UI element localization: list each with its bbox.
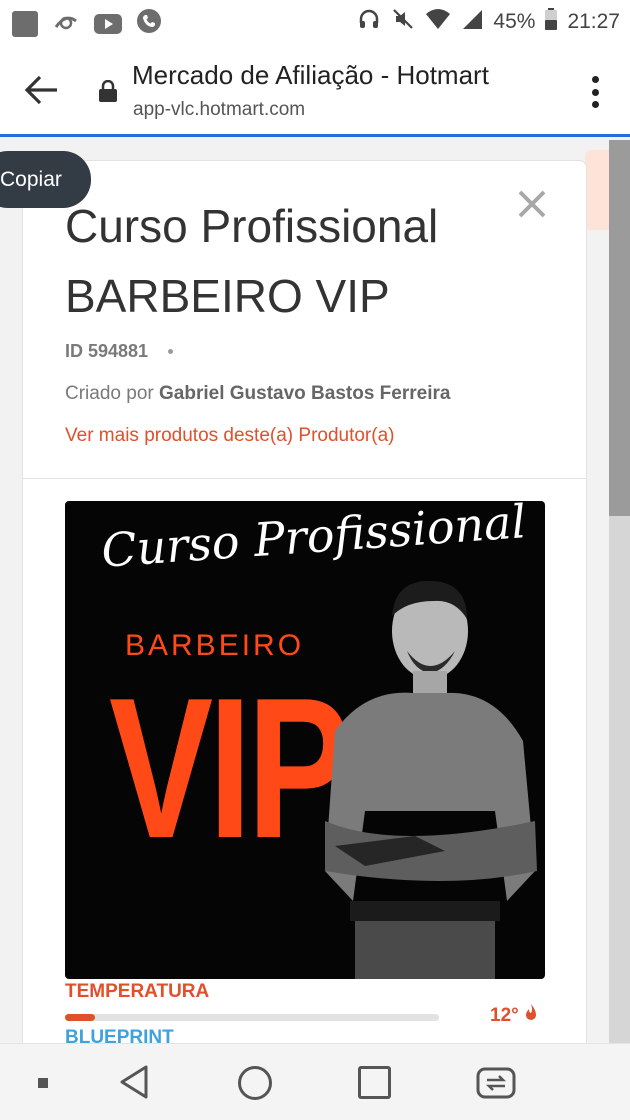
temperature-label: TEMPERATURA [65, 981, 210, 1002]
image-script-text: Curso Profissional [99, 501, 528, 578]
created-by-label: Criado por [65, 383, 154, 404]
temperature-bar-fill [65, 1014, 95, 1021]
clock: 21:27 [567, 10, 620, 33]
system-nav-bar [0, 1043, 630, 1120]
product-image: Curso Profissional BARBEIRO VIP [65, 501, 545, 979]
product-title-line1: Curso Profissional [65, 200, 439, 252]
battery-icon [545, 8, 558, 36]
creator-line: Criado por Gabriel Gustavo Bastos Ferrei… [65, 383, 450, 405]
more-options-icon[interactable] [592, 76, 600, 108]
product-title: Curso Profissional BARBEIRO VIP [65, 191, 515, 331]
more-products-link[interactable]: Ver mais produtos deste(a) Produtor(a) [65, 425, 395, 447]
carrier-icon [52, 9, 80, 38]
close-icon[interactable] [515, 187, 549, 221]
browser-bar: Mercado de Afiliação - Hotmart app-vlc.h… [0, 44, 630, 136]
status-bar-right: 45% 21:27 [357, 7, 620, 37]
separator-dot [168, 349, 174, 354]
product-modal: Curso Profissional BARBEIRO VIP ID 59488… [22, 160, 587, 1060]
copy-tooltip-label: Copiar [0, 167, 62, 191]
headset-icon [357, 7, 381, 37]
nav-recent-apps-icon[interactable] [358, 1066, 391, 1099]
scrollbar-thumb[interactable] [609, 140, 630, 516]
battery-level: 45% [493, 10, 536, 33]
product-title-line2: BARBEIRO VIP [65, 270, 390, 322]
mute-icon [391, 7, 415, 37]
temperature-value: 12° [490, 1005, 519, 1026]
kebab-dot [592, 88, 599, 96]
copy-tooltip[interactable]: Copiar [0, 151, 91, 208]
nav-home-icon[interactable] [238, 1066, 272, 1100]
youtube-icon [94, 13, 122, 34]
phone-icon [136, 8, 162, 39]
temperature-value-group: 12° [490, 1004, 538, 1028]
browser-page-title: Mercado de Afiliação - Hotmart [132, 60, 489, 90]
product-id-line: ID 594881 [65, 341, 174, 362]
gallery-icon [12, 10, 38, 37]
nav-back-icon[interactable] [118, 1064, 150, 1100]
kebab-dot [592, 101, 599, 108]
kebab-dot [592, 76, 599, 83]
wifi-icon [425, 8, 451, 36]
person-illustration [325, 580, 537, 979]
status-bar-left [12, 8, 162, 39]
product-id: ID 594881 [65, 341, 149, 361]
nav-switch-apps-icon[interactable] [476, 1066, 516, 1100]
back-arrow-icon[interactable] [24, 74, 60, 106]
nav-indicator-icon [38, 1078, 48, 1088]
temperature-bar [65, 1014, 439, 1021]
modal-header: Curso Profissional BARBEIRO VIP ID 59488… [23, 161, 586, 479]
flame-icon [524, 1004, 538, 1028]
signal-icon [461, 8, 483, 36]
browser-url[interactable]: app-vlc.hotmart.com [133, 99, 305, 121]
lock-icon [98, 79, 118, 102]
creator-name: Gabriel Gustavo Bastos Ferreira [159, 383, 451, 404]
status-bar: 45% 21:27 [0, 0, 630, 44]
